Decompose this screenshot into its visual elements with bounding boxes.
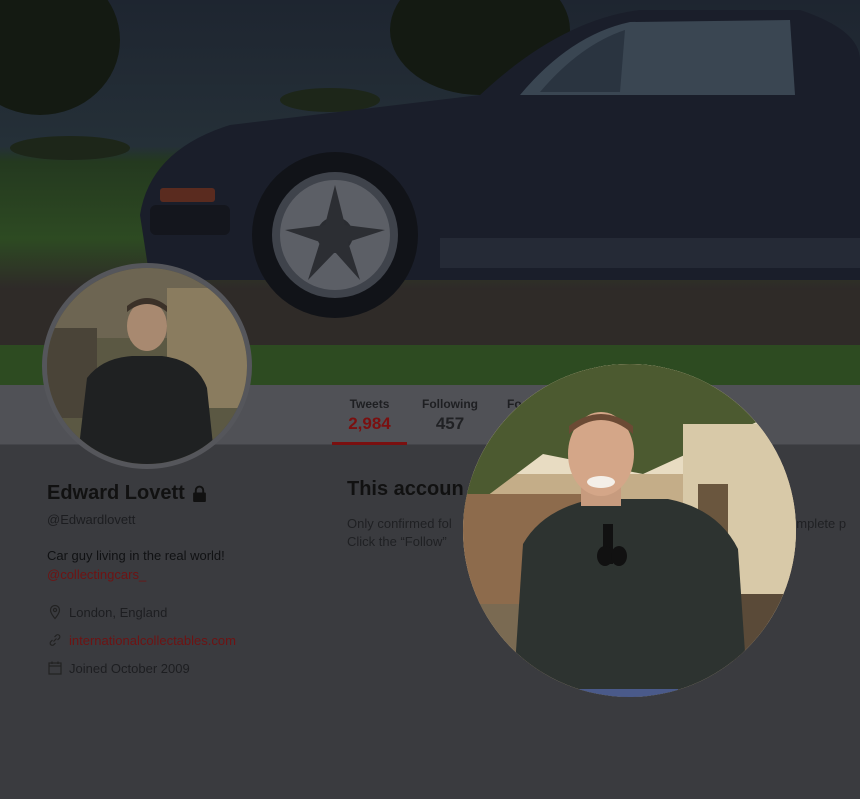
- enlarged-avatar-photo: [463, 364, 796, 697]
- stat-label: Tweets: [349, 397, 390, 411]
- profile-avatar[interactable]: [42, 263, 252, 469]
- joined-text: Joined October 2009: [69, 660, 190, 676]
- profile-bio: Car guy living in the real world! @colle…: [47, 546, 317, 584]
- stat-tweets[interactable]: Tweets 2,984: [332, 397, 407, 445]
- website-link[interactable]: internationalcollectables.com: [69, 633, 236, 648]
- bio-text: Car guy living in the real world!: [47, 548, 225, 563]
- profile-handle[interactable]: @Edwardlovett: [47, 512, 317, 527]
- stat-value: 457: [435, 414, 465, 433]
- stat-label: Following: [422, 397, 478, 411]
- location-icon: [49, 604, 61, 620]
- profile-joined: Joined October 2009: [47, 654, 317, 682]
- profile-location: London, England: [47, 598, 317, 626]
- profile-meta: London, England internationalcollectable…: [47, 598, 317, 682]
- profile-card: Edward Lovett @Edwardlovett Car guy livi…: [47, 482, 317, 682]
- location-text: London, England: [69, 604, 168, 620]
- link-icon: [49, 634, 61, 646]
- profile-name[interactable]: Edward Lovett: [47, 482, 185, 505]
- stat-value: 2,984: [348, 414, 391, 433]
- calendar-icon: [48, 661, 62, 675]
- profile-name-row: Edward Lovett: [47, 482, 317, 505]
- stat-following[interactable]: Following 457: [418, 397, 482, 434]
- protected-line1-start: Only confirmed fol: [347, 516, 452, 531]
- protected-line1-end: omplete p: [789, 516, 847, 531]
- bio-mention-link[interactable]: @collectingcars_: [47, 565, 317, 584]
- profile-website: internationalcollectables.com: [47, 626, 317, 654]
- enlarged-avatar[interactable]: [463, 364, 796, 697]
- lock-icon: [192, 485, 206, 502]
- avatar-photo: [47, 268, 247, 464]
